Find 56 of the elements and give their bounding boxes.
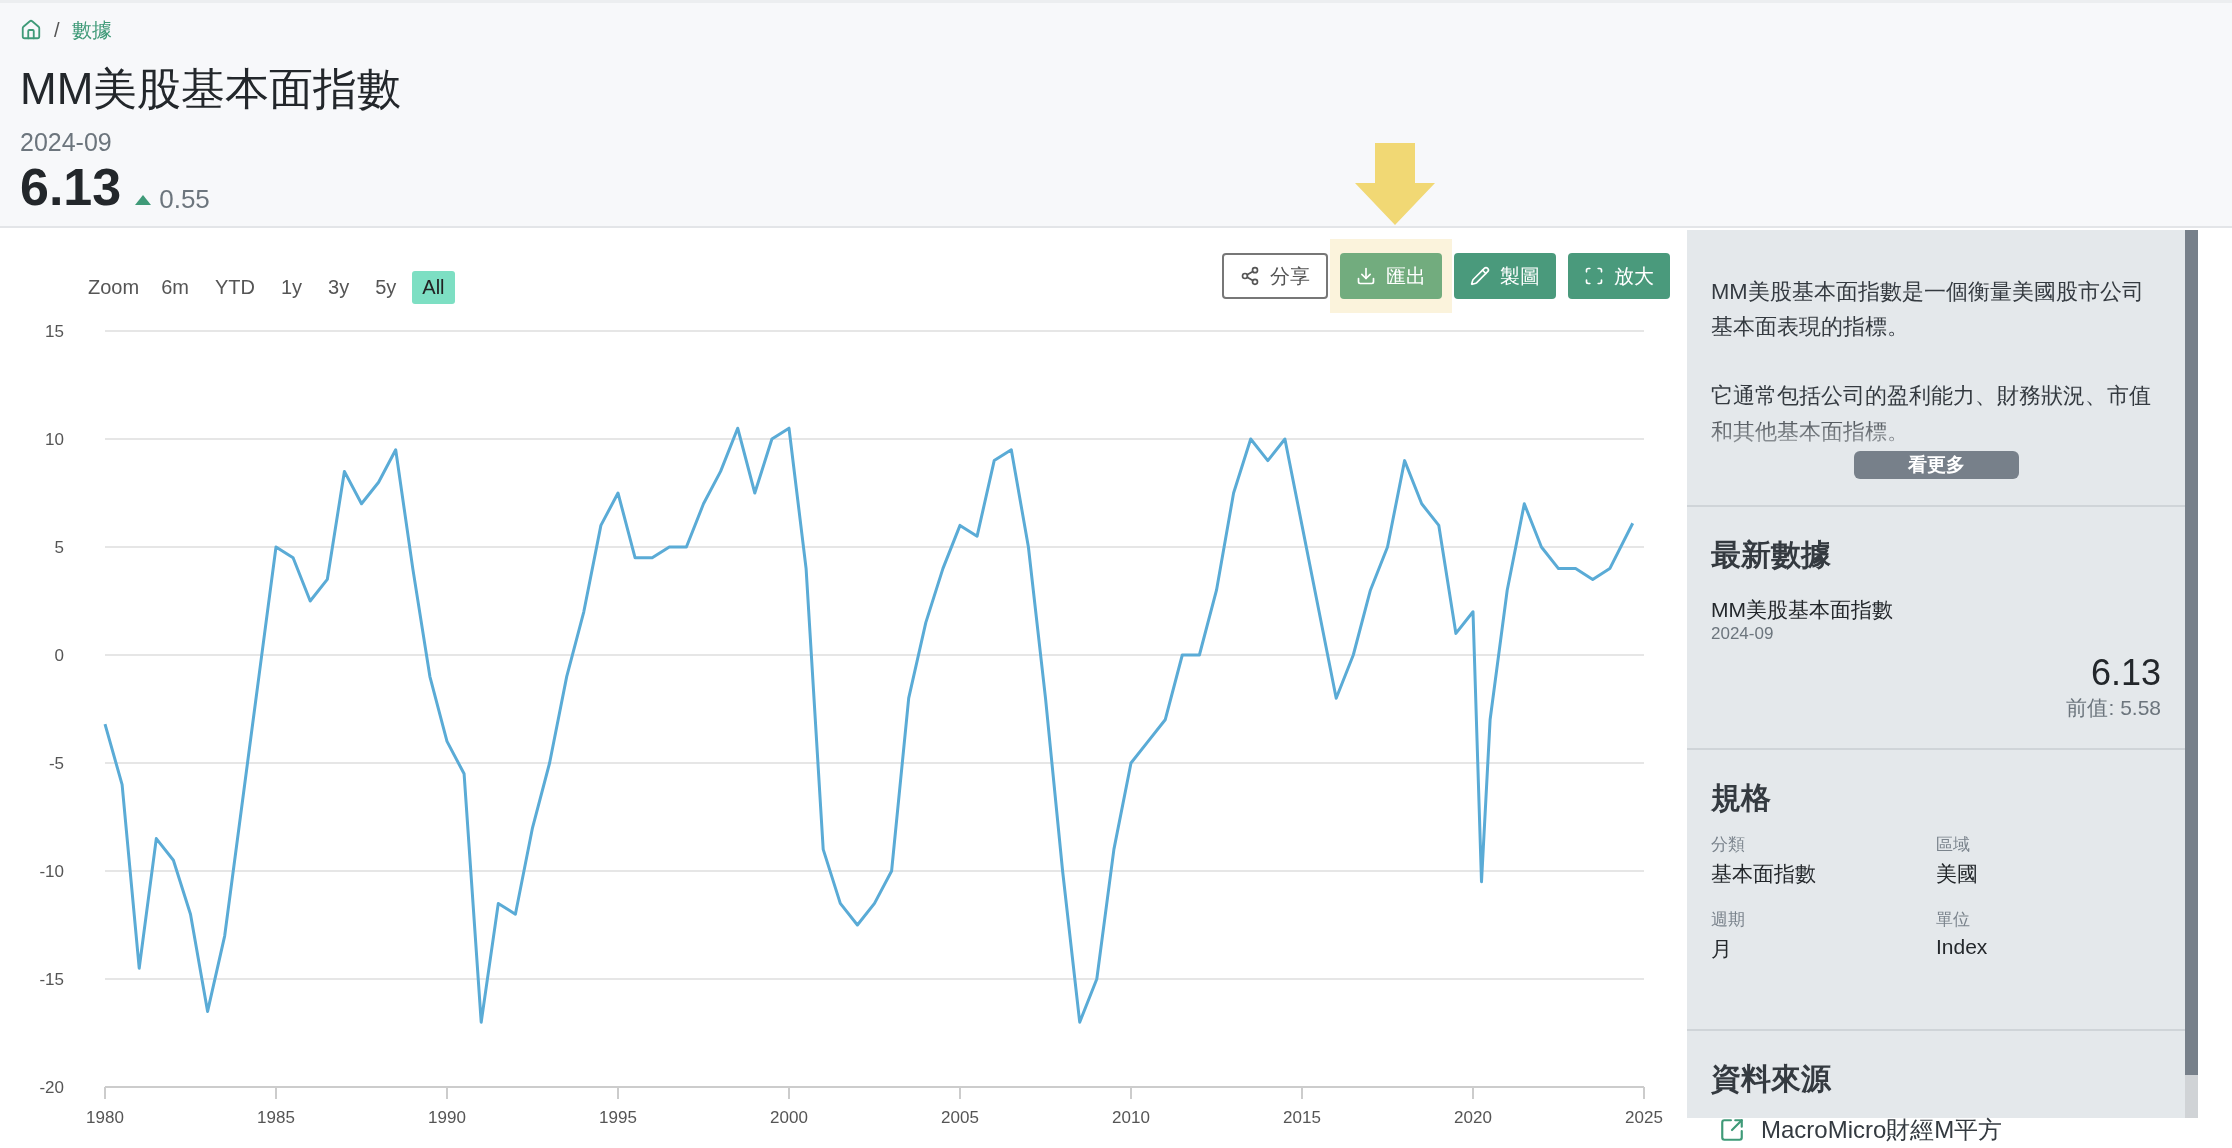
zoom-label: Zoom [88, 275, 140, 299]
axis-label: 2015 [1283, 1108, 1321, 1127]
axis-label: -15 [39, 970, 64, 989]
axis-label: 5 [54, 538, 64, 557]
breadcrumb-separator: / [54, 18, 60, 42]
series-name: MM美股基本面指數 [1711, 596, 1894, 623]
axis-label: 1995 [599, 1108, 637, 1127]
spec-value: 月 [1711, 935, 1733, 962]
section-heading: 資料來源 [1711, 1060, 1832, 1097]
previous-value: 前值: 5.58 [2066, 694, 2161, 721]
axis-label: -10 [39, 862, 64, 881]
range-button[interactable]: 5y [365, 270, 407, 304]
axis-label: 2025 [1625, 1108, 1663, 1127]
range-button[interactable]: 1y [270, 270, 313, 304]
spec-value: 美國 [1936, 860, 1979, 887]
external-link-icon [1719, 1116, 1745, 1143]
fullscreen-icon [1584, 266, 1604, 286]
axis-label: 2005 [941, 1108, 979, 1127]
date-text: 2024-09 [20, 127, 113, 157]
description-text: 它通常包括公司的盈利能力、財務狀況、市值和其他基本面指標。 [1711, 382, 2152, 446]
page-title: MM美股基本面指數 [20, 63, 403, 115]
latest-value: 6.13 [2090, 651, 2161, 694]
home-icon[interactable] [20, 19, 42, 41]
range-button[interactable]: 6m [151, 270, 199, 304]
axis-label: 1980 [86, 1108, 124, 1127]
axis-label: 15 [45, 322, 64, 341]
axis-label: 2010 [1112, 1108, 1150, 1127]
date-text: 2024-09 [1711, 623, 1775, 644]
axis-label: 1985 [257, 1108, 295, 1127]
section-heading: 規格 [1711, 779, 1772, 816]
share-button[interactable]: 分享 [1222, 253, 1328, 299]
see-more-button[interactable]: 看更多 [1853, 450, 2019, 479]
axis-label: 10 [45, 430, 64, 449]
axis-label: 2000 [770, 1108, 808, 1127]
spec-label: 週期 [1711, 908, 1746, 931]
axis-label: 1990 [428, 1108, 466, 1127]
change-value: 0.55 [159, 184, 210, 216]
range-button[interactable]: 3y [318, 270, 360, 304]
range-button[interactable]: All [412, 270, 455, 304]
spec-value: Index [1936, 934, 1989, 959]
spec-value: 基本面指數 [1711, 860, 1817, 887]
description-text: MM美股基本面指數是一個衡量美國股市公司基本面表現的指標。 [1711, 278, 2145, 342]
spec-label: 單位 [1936, 908, 1971, 931]
axis-label: 2020 [1454, 1108, 1492, 1127]
download-icon [1356, 266, 1376, 286]
section-heading: 最新數據 [1711, 536, 1832, 573]
source-link[interactable]: MacroMicro財經M平方 [1719, 1113, 2161, 1146]
range-button[interactable]: YTD [204, 270, 265, 304]
spec-label: 分類 [1711, 833, 1746, 856]
axis-label: -5 [48, 754, 64, 773]
axis-label: -20 [39, 1078, 64, 1097]
axis-label: 0 [54, 646, 64, 665]
spec-label: 區域 [1936, 833, 1971, 856]
share-icon [1240, 266, 1260, 286]
pencil-icon [1470, 266, 1490, 286]
current-value: 6.13 [20, 156, 122, 217]
